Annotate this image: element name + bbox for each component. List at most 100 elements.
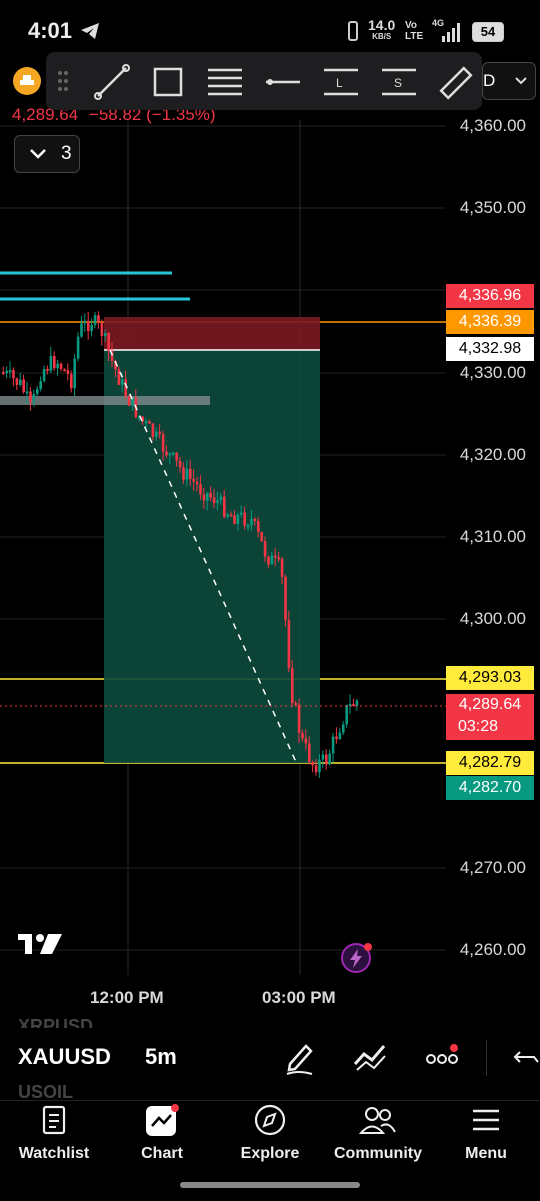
candle-body — [257, 520, 260, 532]
nav-community-label: Community — [334, 1145, 422, 1162]
nav-community[interactable]: Community — [328, 1104, 428, 1163]
divider — [486, 1040, 487, 1076]
candle-body — [32, 394, 36, 402]
candle-body — [338, 732, 342, 740]
candle-body — [308, 743, 311, 762]
candle-body — [22, 379, 25, 393]
more-options-icon[interactable] — [426, 1044, 460, 1070]
nav-chart[interactable]: Chart — [112, 1104, 212, 1163]
chevron-down-icon — [515, 77, 527, 85]
nav-menu[interactable]: Menu — [436, 1104, 536, 1163]
drawing-toolbar: L S — [46, 52, 482, 110]
candle-body — [63, 369, 66, 372]
time-label-3pm: 03:00 PM — [262, 988, 336, 1007]
fib-retracement-tool-icon[interactable] — [206, 64, 244, 100]
price-axis-label: 4,330.00 — [459, 363, 526, 382]
candle-body — [202, 494, 206, 501]
candle-body — [8, 370, 12, 373]
candle-body — [49, 356, 53, 371]
candle-body — [158, 431, 161, 435]
candle-body — [253, 518, 257, 521]
candle-body — [53, 356, 56, 369]
candle-body — [66, 370, 70, 374]
candle-body — [321, 754, 325, 760]
svg-text:L: L — [336, 76, 343, 90]
candle-body — [165, 451, 168, 456]
draw-pencil-icon[interactable] — [284, 1040, 316, 1076]
candle-body — [270, 555, 274, 565]
volte-top: Vo — [405, 20, 418, 31]
svg-text:S: S — [394, 76, 402, 90]
candle-body — [263, 541, 267, 557]
status-time: 4:01 — [28, 18, 73, 43]
price-tag: 4,293.03 — [446, 666, 534, 690]
current-symbol[interactable]: XAUUSD — [18, 1044, 111, 1070]
interval-selector[interactable]: 5m — [145, 1044, 177, 1070]
price-axis-label: 4,320.00 — [459, 445, 526, 464]
trend-line-tool-icon[interactable] — [94, 64, 130, 100]
lightning-icon — [341, 943, 372, 973]
price-tag: 4,336.96 — [446, 284, 534, 308]
chart-icon — [146, 1104, 179, 1136]
gold-icon[interactable] — [12, 66, 42, 96]
price-axis-label: 4,310.00 — [459, 527, 526, 546]
battery-icon: 54 — [472, 22, 504, 42]
candle-body — [151, 423, 155, 437]
candle-body — [352, 704, 355, 707]
candle-body — [80, 323, 83, 337]
candle-body — [155, 431, 158, 437]
time-label-12pm: 12:00 PM — [90, 988, 164, 1007]
candle-body — [250, 518, 253, 526]
indicator-count: 3 — [61, 143, 72, 164]
candle-body — [274, 555, 277, 558]
candle-body — [229, 514, 233, 517]
undo-icon[interactable] — [512, 1048, 540, 1068]
candle-body — [277, 557, 280, 560]
interval-dropdown-label: D — [483, 71, 496, 90]
interval-dropdown[interactable]: D — [482, 62, 536, 100]
candle-body — [168, 453, 172, 456]
candle-body — [127, 396, 131, 406]
nav-watchlist-label: Watchlist — [18, 1145, 90, 1162]
candle-body — [178, 460, 182, 468]
candle-body — [172, 452, 175, 455]
nav-watchlist[interactable]: Watchlist — [4, 1104, 104, 1163]
ruler-tool-icon[interactable] — [436, 64, 474, 102]
candle-body — [161, 434, 165, 452]
nav-explore[interactable]: Explore — [220, 1104, 320, 1163]
price-tag: 4,282.70 — [446, 776, 534, 800]
rectangle-tool-icon[interactable] — [150, 64, 186, 100]
vibrate-icon — [348, 21, 358, 41]
telegram-icon — [81, 23, 99, 39]
candle-body — [175, 452, 178, 461]
chevron-down-icon — [30, 149, 46, 159]
candle-body — [291, 668, 294, 704]
candle-body — [328, 753, 331, 765]
price-tag: 4,332.98 — [446, 337, 534, 361]
candle-body — [148, 421, 151, 424]
candle-body — [107, 333, 110, 352]
candle-body — [83, 321, 87, 324]
candle-body — [287, 620, 291, 669]
candle-body — [209, 492, 212, 498]
symbol-above[interactable]: XRPUSD — [18, 1016, 93, 1028]
price-tag-countdown: 03:28 — [458, 718, 499, 735]
candle-body — [345, 705, 348, 725]
candle-body — [117, 369, 121, 385]
network-speed: 14.0 KB/S — [368, 18, 395, 42]
short-position-tool-icon[interactable]: S — [380, 64, 418, 100]
collapse-indicators-button[interactable]: 3 — [14, 135, 80, 173]
symbol-below[interactable]: USOIL — [18, 1082, 73, 1100]
candle-body — [29, 391, 32, 402]
horizontal-ray-tool-icon[interactable] — [264, 64, 302, 100]
candle-body — [342, 724, 345, 733]
candle-body — [39, 381, 42, 390]
price-tag: 4,282.79 — [446, 751, 534, 775]
price-axis-label: 4,350.00 — [459, 198, 526, 217]
nav-chart-label: Chart — [141, 1145, 183, 1162]
long-position-tool-icon[interactable]: L — [322, 64, 360, 100]
candle-body — [46, 368, 49, 371]
hamburger-menu-icon — [473, 1109, 499, 1131]
indicators-icon[interactable] — [352, 1042, 388, 1072]
drag-handle-icon[interactable] — [56, 70, 70, 92]
